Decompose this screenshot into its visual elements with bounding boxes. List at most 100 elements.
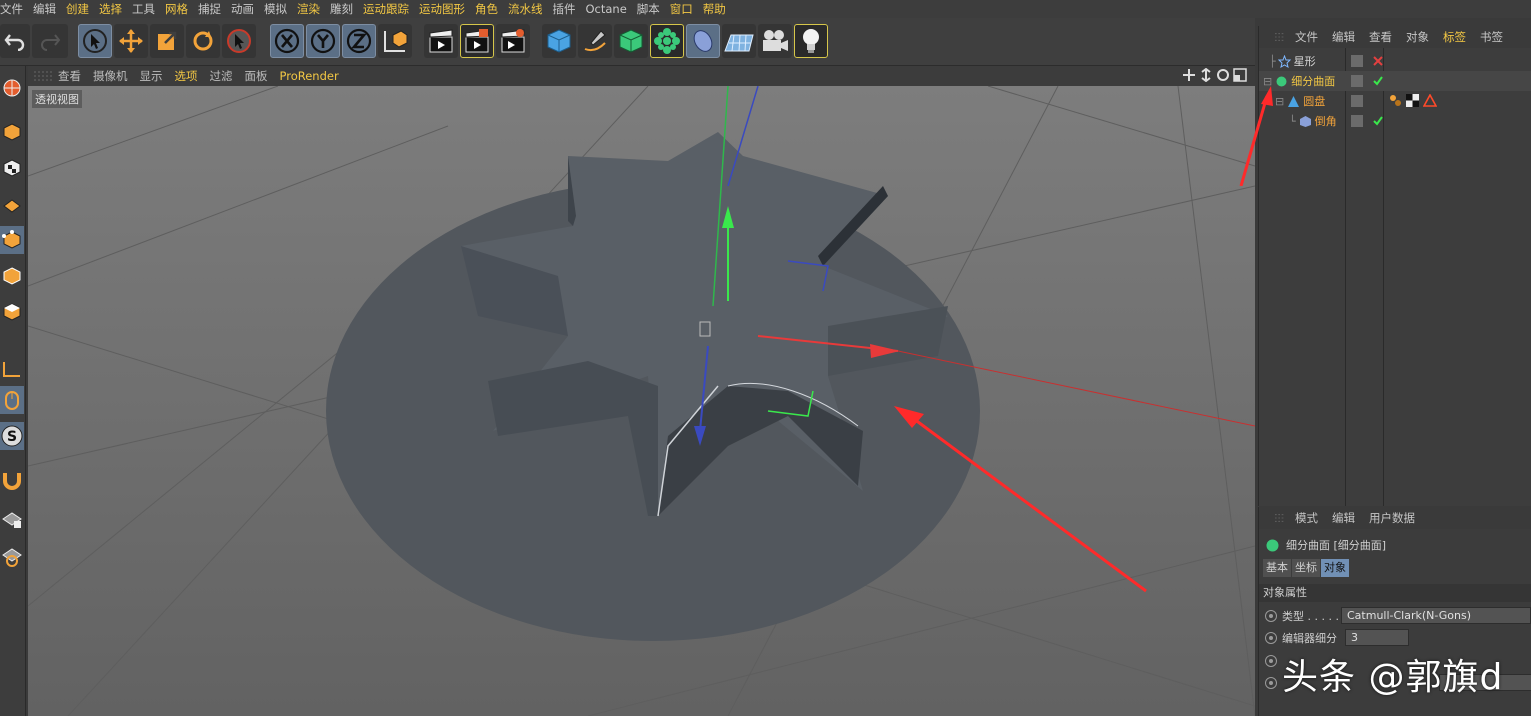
edges-mode-button[interactable] [0,262,24,290]
om-menu-bookmarks[interactable]: 书签 [1480,29,1503,45]
object-name: 倒角 [1314,115,1337,128]
redo-button[interactable] [32,24,68,58]
enabled-check-icon[interactable] [1373,116,1383,126]
viewport-menu-filter[interactable]: 过滤 [210,68,233,84]
viewport-menu-display[interactable]: 显示 [140,68,163,84]
menu-character[interactable]: 角色 [475,1,506,17]
render-to-picture-viewer-button[interactable] [460,24,494,58]
render-settings-button[interactable] [496,24,530,58]
tweak-mode-button[interactable] [0,386,24,414]
om-menu-objects[interactable]: 对象 [1406,29,1429,45]
solo-mode-button[interactable]: S [0,422,24,450]
subdivision-surface-button[interactable] [614,24,648,58]
enabled-check-icon[interactable] [1373,76,1383,86]
menu-help[interactable]: 帮助 [703,1,734,17]
type-select[interactable]: Catmull-Clark(N-Gons) [1341,607,1531,624]
menu-create[interactable]: 创建 [66,1,97,17]
camera-button[interactable] [758,24,792,58]
cube-object-button[interactable] [542,24,576,58]
viewport-menu-cameras[interactable]: 摄像机 [93,68,128,84]
layer-swatch[interactable] [1351,115,1363,127]
tab-coordinates[interactable]: 坐标 [1292,559,1320,577]
animate-radio[interactable] [1265,655,1277,667]
am-menu-edit[interactable]: 编辑 [1332,510,1355,526]
floor-button[interactable] [722,24,756,58]
tab-basic[interactable]: 基本 [1263,559,1291,577]
om-menu-edit[interactable]: 编辑 [1332,29,1355,45]
undo-button[interactable] [0,24,30,58]
y-axis-lock-button[interactable] [306,24,340,58]
menu-motion-tracking[interactable]: 运动跟踪 [363,1,417,17]
menu-tools[interactable]: 工具 [132,1,163,17]
warning-triangle-icon[interactable] [1423,94,1437,107]
menu-animate[interactable]: 动画 [231,1,262,17]
menu-sculpt[interactable]: 雕刻 [330,1,361,17]
polygons-mode-button[interactable] [0,298,24,326]
scale-button[interactable] [150,24,184,58]
viewport-menu-view[interactable]: 查看 [58,68,81,84]
am-menu-user-data[interactable]: 用户数据 [1369,510,1415,526]
perspective-viewport[interactable]: 透视视图 [28,86,1255,716]
menu-render[interactable]: 渲染 [297,1,328,17]
z-axis-lock-button[interactable] [342,24,376,58]
x-axis-lock-button[interactable] [270,24,304,58]
viewport-menu-panel[interactable]: 面板 [245,68,268,84]
workplane-lock-button[interactable] [0,506,24,534]
tab-object[interactable]: 对象 [1321,559,1349,577]
object-row-bevel[interactable]: └ 倒角 [1259,111,1531,131]
menu-plugins[interactable]: 插件 [553,1,584,17]
layer-swatch[interactable] [1351,75,1363,87]
make-editable-button[interactable] [0,74,24,102]
om-menu-file[interactable]: 文件 [1295,29,1318,45]
deformer-button[interactable] [686,24,720,58]
axis-mode-button[interactable] [0,356,24,384]
toggle-view-icon[interactable] [1233,68,1247,82]
layer-swatch[interactable] [1351,95,1363,107]
workplane-align-button[interactable] [0,542,24,570]
menu-snap[interactable]: 捕捉 [198,1,229,17]
menu-edit[interactable]: 编辑 [33,1,64,17]
animate-radio[interactable] [1265,610,1277,622]
live-selection-button[interactable] [78,24,112,58]
om-menu-tags[interactable]: 标签 [1443,29,1466,45]
cloner-button[interactable] [650,24,684,58]
checker-material-icon[interactable] [1406,94,1419,107]
workplane-mode-button[interactable] [0,190,24,218]
animate-radio[interactable] [1265,677,1277,689]
zoom-view-icon[interactable] [1199,68,1213,82]
layer-swatch[interactable] [1351,55,1363,67]
rotate-view-icon[interactable] [1216,68,1230,82]
object-row-star[interactable]: ├ 星形 [1259,51,1531,71]
om-menu-view[interactable]: 查看 [1369,29,1392,45]
coordinate-system-button[interactable] [378,24,412,58]
points-mode-button[interactable] [0,226,24,254]
recent-tool-button[interactable] [222,24,256,58]
render-view-button[interactable] [424,24,458,58]
menu-pipeline[interactable]: 流水线 [508,1,551,17]
menu-octane[interactable]: Octane [586,2,635,16]
menu-script[interactable]: 脚本 [637,1,668,17]
menu-mesh[interactable]: 网格 [165,1,196,17]
object-row-subdivision[interactable]: ⊟ 细分曲面 [1259,71,1531,91]
menu-file[interactable]: 文件 [0,1,31,17]
editor-subdivision-input[interactable]: 3 [1345,629,1409,646]
phong-tag-icon[interactable] [1389,94,1402,107]
menu-select[interactable]: 选择 [99,1,130,17]
model-mode-button[interactable] [0,118,24,146]
viewport-menu-prorender[interactable]: ProRender [280,69,339,83]
animate-radio[interactable] [1265,632,1277,644]
move-button[interactable] [114,24,148,58]
pen-spline-button[interactable] [578,24,612,58]
menu-window[interactable]: 窗口 [670,1,701,17]
object-row-disc[interactable]: ⊟ 圆盘 [1259,91,1531,111]
snap-button[interactable] [0,466,24,494]
viewport-menu-options[interactable]: 选项 [175,68,198,84]
pan-view-icon[interactable] [1182,68,1196,82]
disabled-x-icon[interactable] [1373,56,1383,66]
menu-simulate[interactable]: 模拟 [264,1,295,17]
menu-mograph[interactable]: 运动图形 [419,1,473,17]
texture-mode-button[interactable] [0,154,24,182]
am-menu-mode[interactable]: 模式 [1295,510,1318,526]
rotate-button[interactable] [186,24,220,58]
light-button[interactable] [794,24,828,58]
